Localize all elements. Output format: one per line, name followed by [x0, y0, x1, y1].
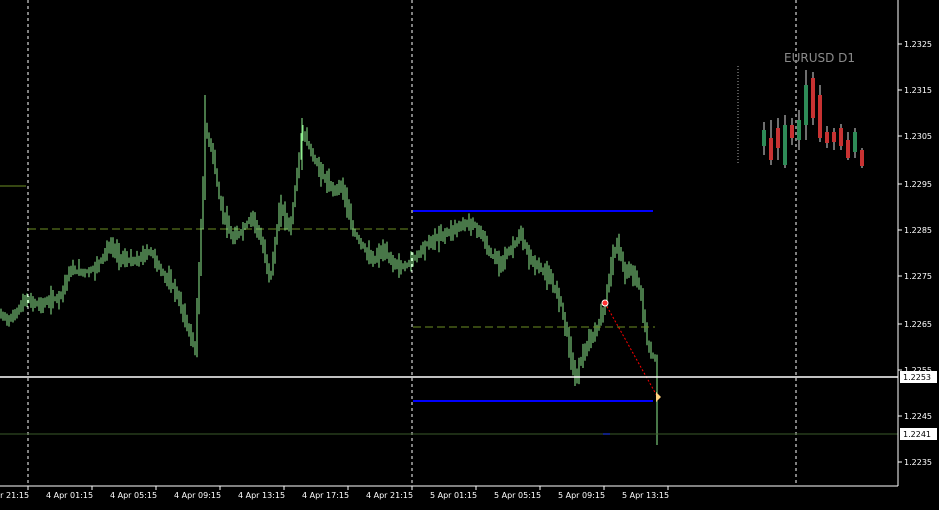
y-tick-label: 1.2315: [904, 86, 932, 95]
mini-candle-body: [797, 120, 801, 140]
x-tick-label: 4 Apr 21:15: [366, 491, 413, 500]
mini-candle-body: [776, 128, 780, 148]
price-scale[interactable]: 1.2325 1.2315 1.2305 1.2295 1.2285 1.227…: [897, 0, 937, 486]
y-tick-label: 1.2325: [904, 40, 932, 49]
mini-candle-body: [860, 150, 864, 166]
mini-candle-body: [846, 140, 850, 158]
x-tick-label: 4 Apr 13:15: [238, 491, 285, 500]
chart-canvas[interactable]: EURUSD D1 1.2325 1.2315 1.2305 1.2295 1.…: [0, 0, 939, 510]
y-tick-label: 1.2285: [904, 226, 932, 235]
x-tick-label: 5 Apr 01:15: [430, 491, 477, 500]
mini-candle-body: [762, 130, 766, 146]
x-tick-label: 3 Apr 21:15: [0, 491, 29, 500]
marked-price-label: 1.2241: [903, 430, 931, 439]
mini-candle-body: [783, 125, 787, 165]
mini-candle-body: [811, 78, 815, 118]
mini-candle-body: [804, 85, 808, 125]
mini-candle-body: [825, 132, 829, 143]
y-tick-label: 1.2265: [904, 320, 932, 329]
price-chart[interactable]: EURUSD D1 1.2325 1.2315 1.2305 1.2295 1.…: [0, 0, 939, 510]
y-tick-label: 1.2275: [904, 272, 932, 281]
mini-candle-body: [790, 125, 794, 138]
x-tick-label: 5 Apr 05:15: [494, 491, 541, 500]
x-tick-label: 4 Apr 09:15: [174, 491, 221, 500]
y-tick-label: 1.2245: [904, 412, 932, 421]
mini-candle-body: [832, 132, 836, 142]
mini-candle-body: [818, 95, 822, 138]
x-tick-label: 4 Apr 05:15: [110, 491, 157, 500]
current-price-label: 1.2253: [903, 373, 931, 382]
time-scale[interactable]: 3 Apr 21:15 4 Apr 01:15 4 Apr 05:15 4 Ap…: [0, 485, 898, 500]
x-tick-label: 4 Apr 17:15: [302, 491, 349, 500]
y-tick-label: 1.2235: [904, 458, 932, 467]
mini-candle-body: [853, 132, 857, 152]
x-tick-label: 5 Apr 13:15: [622, 491, 669, 500]
trend-line-anchor[interactable]: [601, 299, 609, 307]
mini-chart-title: EURUSD D1: [784, 51, 855, 65]
mini-candle-body: [769, 138, 773, 160]
x-tick-label: 5 Apr 09:15: [558, 491, 605, 500]
mini-candle-body: [839, 128, 843, 146]
y-tick-label: 1.2295: [904, 180, 932, 189]
y-tick-label: 1.2305: [904, 132, 932, 141]
x-tick-label: 4 Apr 01:15: [46, 491, 93, 500]
